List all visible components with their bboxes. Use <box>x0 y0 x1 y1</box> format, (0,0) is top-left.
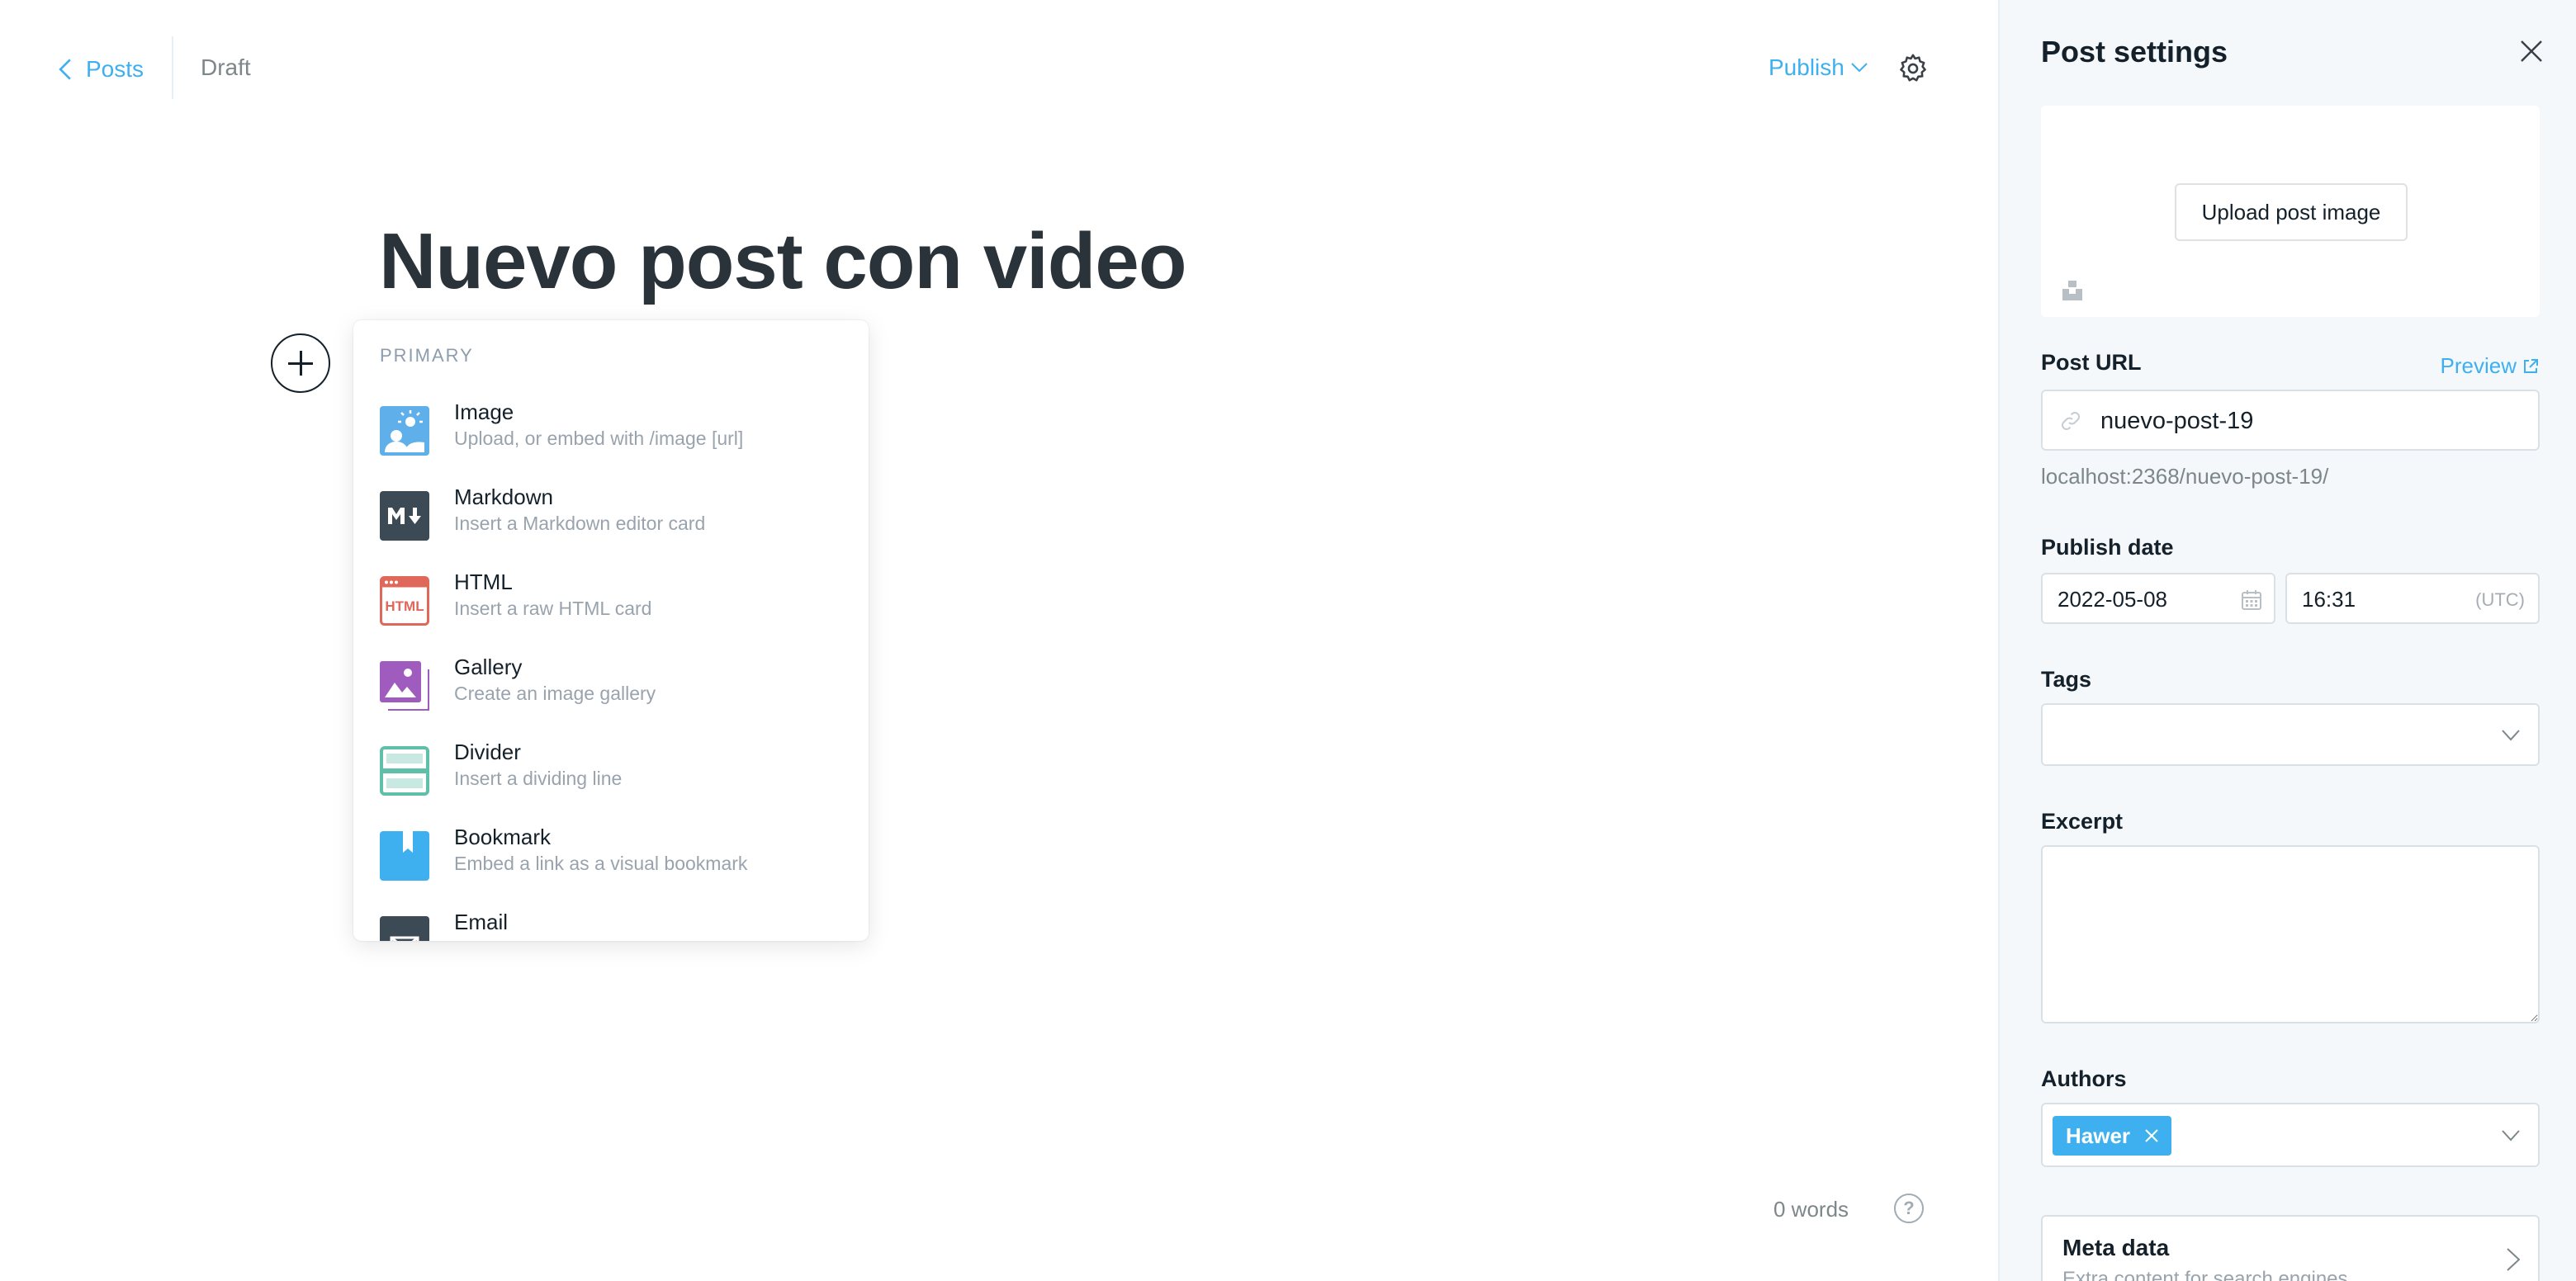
gear-icon[interactable] <box>1897 53 1929 84</box>
calendar-icon <box>2242 590 2261 610</box>
markdown-icon <box>380 491 429 541</box>
bookmark-icon <box>380 831 429 881</box>
post-status: Draft <box>201 54 251 80</box>
authors-label: Authors <box>2041 1066 2127 1091</box>
post-url-label: Post URL <box>2041 350 2142 375</box>
card-menu-item-name: Gallery <box>454 655 523 679</box>
card-menu-item-desc: Insert a raw HTML card <box>454 598 652 619</box>
preview-link[interactable]: Preview <box>2441 353 2538 379</box>
tags-select[interactable] <box>2041 703 2540 766</box>
unsplash-icon[interactable] <box>2061 279 2084 302</box>
svg-text:HTML: HTML <box>385 598 424 614</box>
meta-data-row[interactable]: Meta data Extra content for search engin… <box>2041 1215 2540 1281</box>
remove-author-icon[interactable] <box>2143 1127 2160 1144</box>
meta-data-title: Meta data <box>2062 1235 2170 1260</box>
close-icon[interactable] <box>2518 38 2545 64</box>
panel-title: Post settings <box>2041 35 2228 69</box>
divider <box>172 36 173 99</box>
card-menu-item-name: Markdown <box>454 485 553 509</box>
email-icon <box>380 916 429 941</box>
publish-date-field[interactable]: 2022-05-08 <box>2041 573 2275 624</box>
back-link-label: Posts <box>86 56 144 82</box>
add-card-button[interactable] <box>271 333 330 393</box>
image-icon <box>380 406 429 456</box>
word-count: 0 words <box>1773 1197 1849 1222</box>
card-menu-item-divider[interactable]: Divider Insert a dividing line <box>353 740 869 819</box>
meta-data-desc: Extra content for search engines <box>2062 1268 2348 1281</box>
external-link-icon <box>2524 358 2538 373</box>
help-button[interactable]: ? <box>1894 1194 1924 1223</box>
publish-date-label: Publish date <box>2041 535 2174 560</box>
html-icon: HTML <box>380 576 429 626</box>
publish-dropdown[interactable]: Publish <box>1769 54 1868 81</box>
chevron-right-icon <box>2507 1248 2520 1271</box>
publish-date-value: 2022-05-08 <box>2057 587 2167 612</box>
publish-label: Publish <box>1769 54 1844 80</box>
gallery-icon <box>380 661 429 711</box>
timezone-label: (UTC) <box>2475 589 2525 610</box>
authors-select[interactable]: Hawer <box>2041 1103 2540 1167</box>
divider-icon <box>380 746 429 796</box>
chevron-left-icon <box>59 59 71 80</box>
menu-section-label: PRIMARY <box>380 345 474 366</box>
card-menu-item-bookmark[interactable]: Bookmark Embed a link as a visual bookma… <box>353 825 869 904</box>
author-chip: Hawer <box>2053 1116 2172 1156</box>
card-menu-item-name: Divider <box>454 740 521 764</box>
post-url-field[interactable] <box>2041 390 2540 451</box>
card-menu-item-desc: Insert a dividing line <box>454 768 623 789</box>
author-name: Hawer <box>2066 1123 2131 1148</box>
back-to-posts-link[interactable]: Posts <box>56 51 144 87</box>
card-menu-item-desc: Upload, or embed with /image [url] <box>454 428 744 449</box>
card-menu-item-markdown[interactable]: Markdown Insert a Markdown editor card <box>353 485 869 564</box>
publish-time-field[interactable]: 16:31 (UTC) <box>2285 573 2540 624</box>
chevron-down-icon <box>2502 1130 2520 1142</box>
post-settings-panel: Post settings Upload post image Post URL… <box>1998 0 2576 1281</box>
card-menu: PRIMARY Image Upload, or embed with /ima… <box>353 320 869 941</box>
link-icon <box>2062 412 2080 430</box>
excerpt-label: Excerpt <box>2041 809 2124 834</box>
preview-label: Preview <box>2440 353 2517 378</box>
post-title[interactable]: Nuevo post con video <box>379 216 1186 307</box>
editor-area: Posts Draft Publish Nuevo post con video… <box>0 0 1998 1281</box>
card-menu-item-email[interactable]: Email <box>353 910 869 941</box>
post-url-preview: localhost:2368/nuevo-post-19/ <box>2041 464 2329 489</box>
chevron-down-icon <box>2502 730 2520 741</box>
excerpt-textarea[interactable] <box>2041 845 2540 1023</box>
card-menu-item-html[interactable]: HTML HTML Insert a raw HTML card <box>353 570 869 649</box>
tags-label: Tags <box>2041 667 2092 692</box>
post-url-input[interactable] <box>2100 403 2522 439</box>
card-menu-item-desc: Insert a Markdown editor card <box>454 513 706 534</box>
card-menu-item-desc: Embed a link as a visual bookmark <box>454 853 748 874</box>
card-menu-item-name: HTML <box>454 570 513 594</box>
publish-time-value: 16:31 <box>2302 587 2356 612</box>
post-image-dropzone[interactable]: Upload post image <box>2041 106 2540 317</box>
card-menu-item-image[interactable]: Image Upload, or embed with /image [url] <box>353 399 869 479</box>
chevron-down-icon <box>1851 63 1868 73</box>
card-menu-item-name: Image <box>454 399 514 424</box>
card-menu-item-desc: Create an image gallery <box>454 683 656 704</box>
upload-post-image-button[interactable]: Upload post image <box>2175 183 2408 241</box>
card-menu-item-name: Email <box>454 910 509 934</box>
card-menu-item-name: Bookmark <box>454 825 552 849</box>
editor-topbar: Posts Draft Publish <box>0 0 1998 139</box>
card-menu-item-gallery[interactable]: Gallery Create an image gallery <box>353 655 869 734</box>
